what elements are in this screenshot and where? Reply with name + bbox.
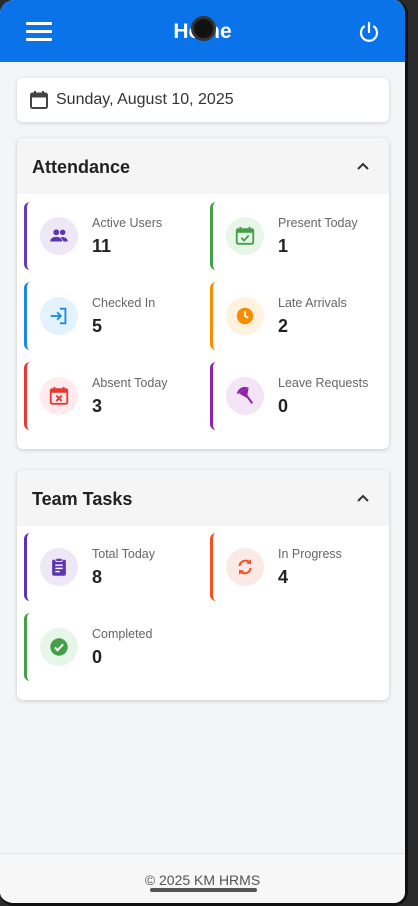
refresh-icon [226,548,264,586]
tile-checked-in[interactable]: Checked In 5 [24,282,194,350]
tile-label: Absent Today [92,376,168,390]
tile-absent-today[interactable]: Absent Today 3 [24,362,194,430]
tile-leave-requests[interactable]: Leave Requests 0 [210,362,380,430]
tile-completed[interactable]: Completed 0 [24,613,194,681]
tile-present-today[interactable]: Present Today 1 [210,202,380,270]
chevron-up-icon[interactable] [355,158,371,174]
chevron-up-icon[interactable] [355,490,371,506]
tile-value: 1 [278,236,289,256]
tile-label: Total Today [92,547,156,561]
attendance-section: Attendance Active Users 11 Present Today… [17,138,389,449]
tile-value: 2 [278,316,289,336]
calendar-check-icon [226,217,264,255]
app-bar: Home [0,0,405,62]
power-icon[interactable] [357,20,381,44]
copyright-text: © 2025 KM HRMS [144,872,261,888]
users-icon [40,217,78,255]
tile-value: 5 [92,316,103,336]
team-tasks-header[interactable]: Team Tasks [17,470,389,526]
tile-label: Active Users [92,216,163,230]
section-title: Team Tasks [32,489,133,509]
tile-label: Late Arrivals [278,296,347,310]
camera-cutout [191,16,216,41]
clock-icon [226,297,264,335]
tile-label: Present Today [278,216,358,230]
tile-total-today[interactable]: Total Today 8 [24,533,194,601]
current-date: Sunday, August 10, 2025 [56,91,234,108]
clipboard-icon [40,548,78,586]
team-tasks-section: Team Tasks Total Today 8 In Progress 4 C… [17,470,389,700]
tile-value: 11 [92,236,112,256]
tile-label: Leave Requests [278,376,369,390]
tile-value: 3 [92,396,103,416]
tile-in-progress[interactable]: In Progress 4 [210,533,380,601]
calendar-icon [30,91,48,109]
tile-label: Completed [92,627,153,641]
check-circle-icon [40,628,78,666]
tile-value: 0 [278,396,289,416]
tile-value: 8 [92,567,103,587]
date-card[interactable]: Sunday, August 10, 2025 [17,78,389,122]
tile-value: 4 [278,567,289,587]
login-icon [40,297,78,335]
app-screen: Home Sunday, August 10, 2025 Attendance [0,0,408,906]
attendance-header[interactable]: Attendance [17,138,389,194]
home-indicator[interactable] [150,888,257,892]
tile-label: In Progress [278,547,342,561]
beach-umbrella-icon [226,377,264,415]
footer: © 2025 KM HRMS [0,853,405,903]
tile-active-users[interactable]: Active Users 11 [24,202,194,270]
tile-value: 0 [92,647,103,667]
tile-label: Checked In [92,296,156,310]
section-title: Attendance [32,157,131,177]
calendar-x-icon [40,377,78,415]
tile-late-arrivals[interactable]: Late Arrivals 2 [210,282,380,350]
